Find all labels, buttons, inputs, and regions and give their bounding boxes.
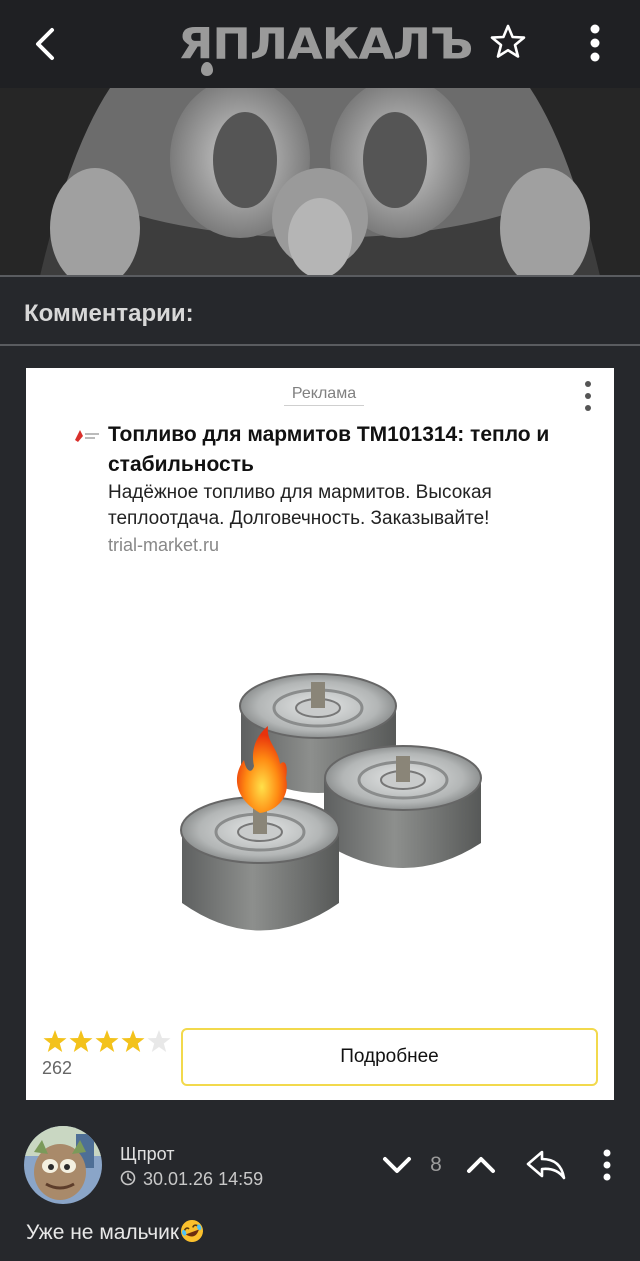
post-image-xray[interactable] [0,88,640,276]
logo-drop-icon [201,62,213,76]
comment-timestamp: 30.01.26 14:59 [143,1169,264,1189]
divider [0,344,640,346]
divider [0,275,640,277]
ad-label: Реклама [284,382,364,406]
star-outline-icon [490,24,526,58]
details-button[interactable]: Подробнее [181,1028,598,1086]
menu-button[interactable] [580,22,610,64]
star-filled-icon [43,1030,67,1052]
comment-text: Уже не мальчик [26,1218,204,1248]
star-empty-icon [147,1030,171,1052]
comment-menu-button[interactable] [596,1146,618,1184]
reply-button[interactable] [524,1146,568,1182]
vote-up-button[interactable] [464,1150,498,1180]
ad-card[interactable]: Реклама Топливо для мармитов ТМ101314: т… [26,368,614,1100]
advertiser-favicon-icon [74,428,100,444]
star-filled-icon [69,1030,93,1052]
ad-domain[interactable]: trial-market.ru [108,532,408,558]
clock-icon [120,1170,136,1186]
comment-body: Уже не мальчик [26,1221,180,1244]
chevron-up-icon [467,1157,495,1173]
reply-arrow-icon [526,1150,566,1180]
comment-author[interactable]: Щпрот [120,1142,175,1166]
chevron-down-icon [383,1157,411,1173]
more-vertical-icon [585,381,591,411]
ad-menu-button[interactable] [578,378,598,414]
top-bar: ЯПЛАКАЛЪ [0,0,640,88]
ad-description: Надёжное топливо для мармитов. Высокая т… [108,482,492,529]
star-filled-icon [95,1030,119,1052]
back-arrow-icon [36,28,54,60]
vote-count: 8 [430,1153,442,1176]
rating-count: 262 [42,1058,73,1078]
site-logo[interactable]: ЯПЛАКАЛЪ [178,18,473,70]
favorite-button[interactable] [488,22,528,62]
ad-title[interactable]: Топливо для мармитов ТМ101314: тепло и с… [108,420,598,480]
rating-stars [42,1028,182,1054]
more-vertical-icon [590,24,600,62]
comments-title: Комментарии: [24,300,194,327]
laughing-emoji-icon [180,1219,204,1243]
avatar[interactable] [24,1126,102,1204]
back-button[interactable] [26,24,66,64]
ad-product-image[interactable] [146,668,486,958]
more-vertical-icon [603,1149,611,1181]
vote-down-button[interactable] [380,1150,414,1180]
star-filled-icon [121,1030,145,1052]
